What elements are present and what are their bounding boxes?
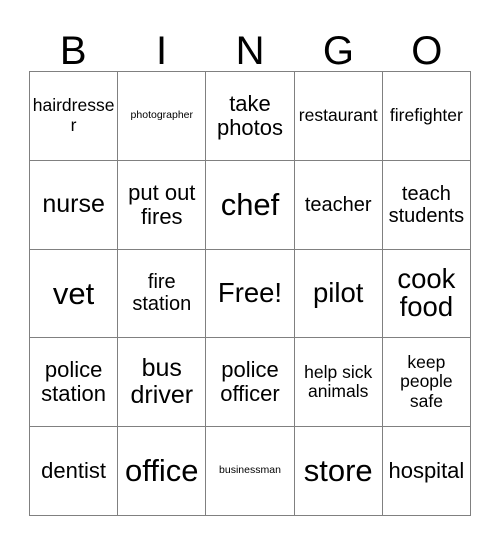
bingo-cell-label: teach students [388,182,465,227]
bingo-cell-label: help sick animals [304,361,373,402]
bingo-cell-label: pilot [312,277,364,309]
bingo-cell[interactable]: hospital [382,427,471,516]
bingo-card: B I N G O hairdresser photographer take ph… [0,0,500,544]
bingo-cell[interactable]: teach students [382,160,471,250]
bingo-cell[interactable]: police station [30,338,119,428]
bingo-cell[interactable]: restaurant [294,72,383,161]
bingo-cell-label: Free! [217,277,283,309]
bingo-cell-label: teacher [304,193,372,216]
bingo-cell-label: hospital [388,458,465,483]
bingo-header-letter-b: B [59,29,87,73]
bingo-header-letter-n: N [235,29,265,73]
bingo-header-letter-g: G [322,29,354,73]
bingo-cell[interactable]: chef [206,160,295,250]
bingo-cell-label: put out fires [128,179,196,229]
bingo-cell[interactable]: teacher [294,160,383,250]
bingo-cell-label: store [303,453,373,489]
bingo-cell[interactable]: fire station [118,249,207,339]
bingo-cell-label: firefighter [389,105,463,126]
bingo-cell[interactable]: photographer [118,72,207,161]
bingo-cell-label: office [125,453,199,489]
bingo-cell[interactable]: firefighter [382,72,471,161]
bingo-header: B I N G O [29,14,471,71]
bingo-free-space[interactable]: Free! [206,249,295,339]
bingo-cell[interactable]: dentist [30,427,119,516]
bingo-grid: hairdresser photographer take photos restau… [29,71,471,516]
bingo-cell[interactable]: store [294,427,383,516]
bingo-cell-label: bus driver [130,354,194,410]
bingo-cell-label: photographer [130,109,194,122]
bingo-cell-label: keep people safe [400,351,453,412]
bingo-cell[interactable]: bus driver [118,338,207,428]
bingo-cell-label: take photos [216,90,284,140]
bingo-cell[interactable]: police officer [206,338,295,428]
bingo-cell-label: police officer [220,357,280,407]
bingo-cell-label: hairdresser [32,95,115,135]
bingo-cell-label: dentist [41,458,106,483]
bingo-cell-label: restaurant [298,105,378,126]
bingo-cell-label: fire station [132,271,192,316]
bingo-cell[interactable]: put out fires [118,160,207,250]
bingo-cell-label: vet [52,275,95,311]
bingo-cell-label: cook food [397,262,456,323]
bingo-cell-label: businessman [219,464,281,477]
bingo-cell[interactable]: keep people safe [382,338,471,428]
bingo-cell[interactable]: take photos [206,72,295,161]
bingo-cell[interactable]: office [118,427,207,516]
bingo-cell[interactable]: help sick animals [294,338,383,428]
bingo-cell-label: police station [41,357,106,407]
bingo-cell[interactable]: nurse [30,160,119,250]
bingo-cell[interactable]: vet [30,249,119,339]
bingo-cell[interactable]: hairdresser [30,72,119,161]
bingo-cell[interactable]: pilot [294,249,383,339]
bingo-cell[interactable]: cook food [382,249,471,339]
bingo-header-letter-o: O [411,29,443,73]
bingo-cell-label: chef [220,186,280,222]
bingo-header-letter-i: I [156,29,168,73]
bingo-cell-label: nurse [42,190,105,219]
bingo-cell[interactable]: businessman [206,427,295,516]
